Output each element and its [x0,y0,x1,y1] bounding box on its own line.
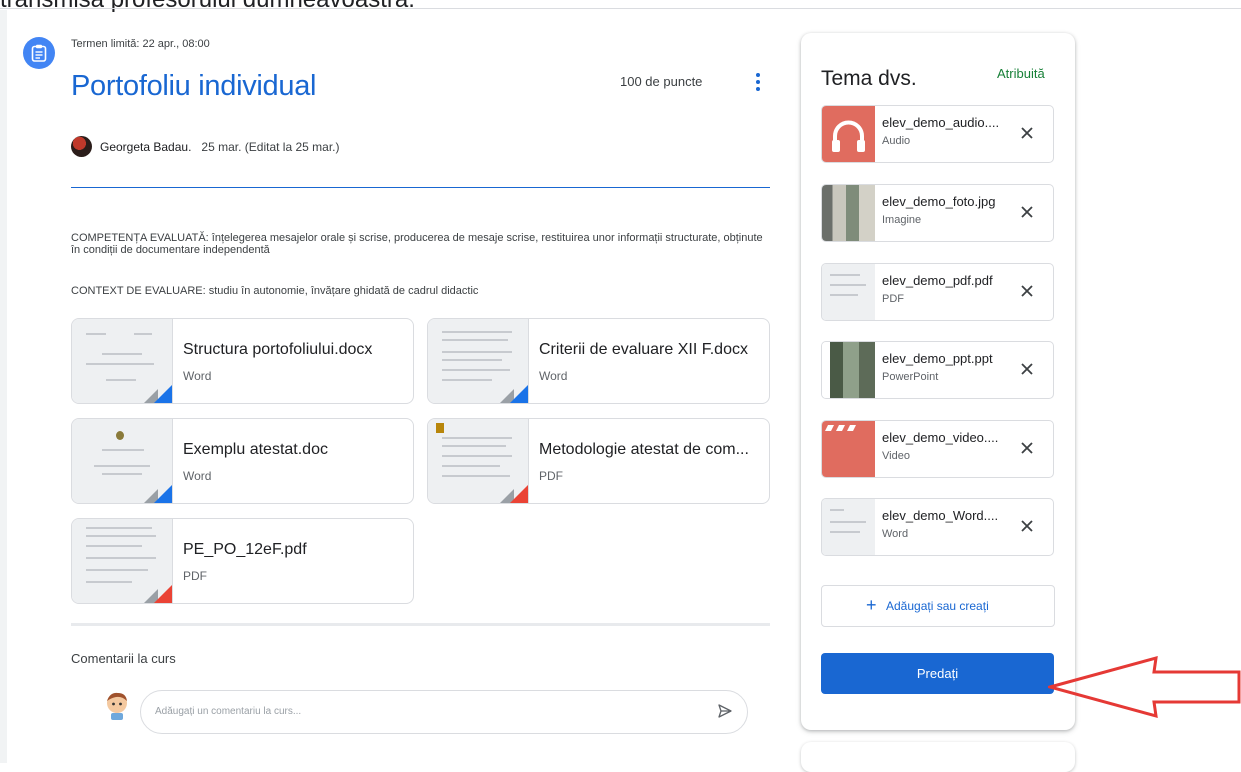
image-icon [822,185,875,241]
instruction-caption: transmisă profesorului dumneavoastră. [0,0,415,14]
work-file-name: elev_demo_pdf.pdf [882,273,993,288]
attachment-type: PDF [539,469,563,483]
class-comments-title: Comentarii la curs [71,651,176,666]
word-icon [822,499,875,555]
author-avatar [71,136,92,157]
plus-icon: + [866,595,877,615]
attachment-name: Structura portofoliului.docx [183,341,373,358]
word-icon [72,319,173,403]
send-icon[interactable] [717,703,733,719]
attachment-name: Metodologie atestat de com... [539,441,749,458]
attachment-card[interactable]: Structura portofoliului.docx Word [71,318,414,404]
pdf-icon [72,519,173,603]
author-name: Georgeta Badau. [100,140,192,154]
headphones-icon [822,106,875,162]
description-competence: COMPETENȚA EVALUATĂ: înțelegerea mesajel… [71,232,763,256]
comment-placeholder: Adăugați un comentariu la curs... [155,706,302,717]
add-or-create-button[interactable]: + Adăugați sau creați [821,585,1055,627]
work-file-type: PowerPoint [882,371,939,383]
comment-input[interactable]: Adăugați un comentariu la curs... [140,690,748,734]
work-file-name: elev_demo_foto.jpg [882,194,996,209]
remove-file-icon[interactable] [1019,518,1035,534]
description-context: CONTEXT DE EVALUARE: studiu în autonomie… [71,285,479,297]
remove-file-icon[interactable] [1019,440,1035,456]
attachment-name: PE_PO_12eF.pdf [183,541,307,558]
top-divider [0,8,1241,9]
word-icon [72,419,173,503]
attachment-type: Word [183,369,212,383]
remove-file-icon[interactable] [1019,125,1035,141]
work-file-card[interactable]: elev_demo_ppt.ppt PowerPoint [821,341,1054,399]
turn-in-label: Predați [916,666,959,681]
your-work-panel: Tema dvs. Atribuită elev_demo_audio.... … [801,33,1075,730]
attachment-card[interactable]: PE_PO_12eF.pdf PDF [71,518,414,604]
comments-divider [71,623,770,626]
work-file-card[interactable]: elev_demo_pdf.pdf PDF [821,263,1054,321]
add-or-create-label: Adăugați sau creați [886,599,989,613]
powerpoint-icon [822,342,875,398]
attachment-type: Word [539,369,568,383]
private-comments-panel [801,742,1075,772]
turn-in-button[interactable]: Predați [821,653,1054,694]
attachment-name: Criterii de evaluare XII F.docx [539,341,748,358]
assignment-title: Portofoliu individual [71,70,317,102]
remove-file-icon[interactable] [1019,361,1035,377]
left-edge [0,10,7,763]
attachment-card[interactable]: Exemplu atestat.doc Word [71,418,414,504]
more-options-icon[interactable] [754,73,762,93]
work-file-name: elev_demo_audio.... [882,115,1000,130]
assignment-icon [23,37,55,69]
work-file-type: Imagine [882,214,922,226]
pdf-icon [428,419,529,503]
work-file-type: Video [882,450,910,462]
status-badge: Atribuită [997,66,1045,81]
points: 100 de puncte [620,74,703,89]
attachment-type: PDF [183,569,207,583]
attachment-card[interactable]: Metodologie atestat de com... PDF [427,418,770,504]
work-file-name: elev_demo_Word.... [882,508,999,523]
pdf-icon [822,264,875,320]
attachment-name: Exemplu atestat.doc [183,441,328,458]
user-avatar [104,691,130,721]
work-file-name: elev_demo_video.... [882,430,999,445]
post-date: 25 mar. (Editat la 25 mar.) [201,140,340,154]
work-file-type: Word [882,528,909,540]
work-file-card[interactable]: elev_demo_audio.... Audio [821,105,1054,163]
clapperboard-icon [822,421,875,477]
work-file-name: elev_demo_ppt.ppt [882,351,993,366]
attachment-type: Word [183,469,212,483]
work-file-type: Audio [882,135,911,147]
remove-file-icon[interactable] [1019,283,1035,299]
remove-file-icon[interactable] [1019,204,1035,220]
work-file-card[interactable]: elev_demo_Word.... Word [821,498,1054,556]
work-file-type: PDF [882,293,904,305]
header-divider [71,187,770,188]
work-file-card[interactable]: elev_demo_foto.jpg Imagine [821,184,1054,242]
word-icon [428,319,529,403]
annotation-arrow-icon [1044,655,1241,724]
your-work-title: Tema dvs. [821,67,917,90]
work-file-card[interactable]: elev_demo_video.... Video [821,420,1054,478]
author-line: Georgeta Badau. 25 mar. (Editat la 25 ma… [100,140,339,154]
deadline: Termen limită: 22 apr., 08:00 [71,38,210,50]
attachment-card[interactable]: Criterii de evaluare XII F.docx Word [427,318,770,404]
